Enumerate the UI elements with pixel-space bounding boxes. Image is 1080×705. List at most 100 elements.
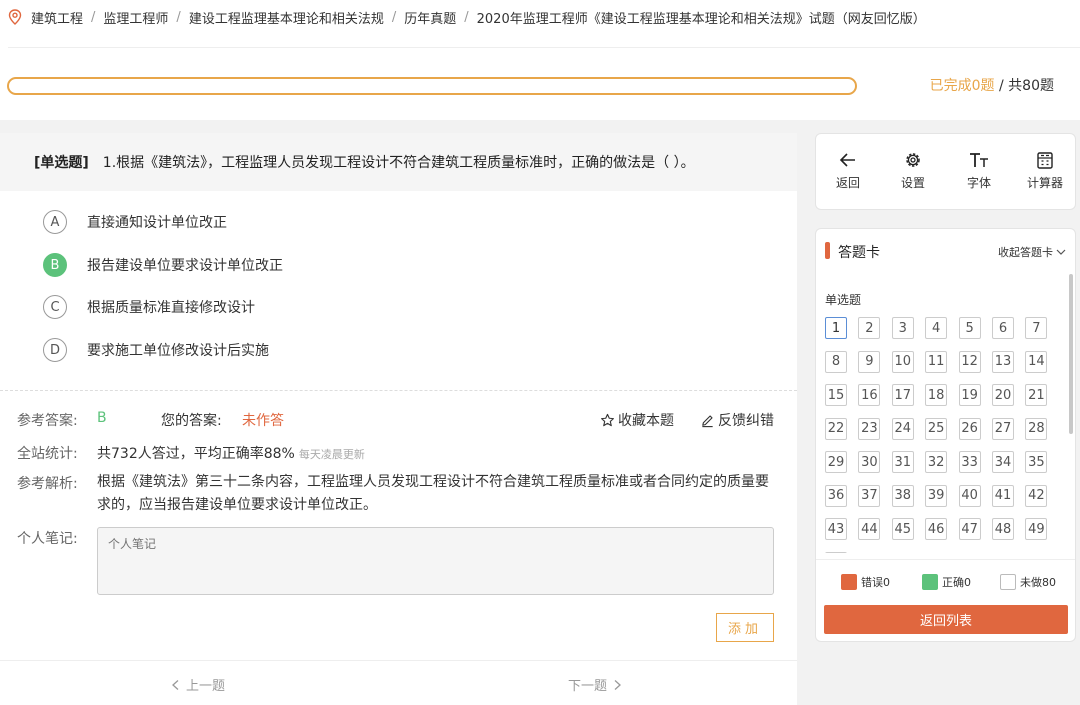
back-arrow-icon <box>823 150 873 170</box>
question-number-cell[interactable]: 38 <box>891 484 914 507</box>
collapse-card-button[interactable]: 收起答题卡 <box>998 244 1066 260</box>
question-number-cell[interactable]: 9 <box>858 350 881 373</box>
question-number-cell[interactable]: 12 <box>958 350 981 373</box>
question-number-cell[interactable]: 2 <box>858 317 881 339</box>
prev-label: 上一题 <box>186 679 226 694</box>
collapse-label: 收起答题卡 <box>998 246 1053 259</box>
divider <box>816 559 1075 560</box>
breadcrumb-item[interactable]: 历年真题 <box>404 8 456 27</box>
calculator-icon <box>1020 150 1070 170</box>
settings-label: 设置 <box>900 176 925 190</box>
question-number-cell[interactable]: 4 <box>925 317 948 339</box>
question-number-cell[interactable]: 3 <box>891 317 914 339</box>
option-letter: C <box>43 295 67 319</box>
legend-swatch <box>1000 574 1016 590</box>
breadcrumb-item[interactable]: 建设工程监理基本理论和相关法规 <box>189 8 384 27</box>
question-number-cell[interactable]: 46 <box>925 518 948 540</box>
chevron-right-icon <box>614 679 621 690</box>
analysis-text: 根据《建筑法》第三十二条内容，工程监理人员发现工程设计不符合建筑工程质量标准或者… <box>97 474 769 513</box>
reference-answer-value: B <box>97 410 107 426</box>
question-number-cell[interactable]: 1 <box>825 317 847 339</box>
stats-note: 每天凌晨更新 <box>298 448 365 461</box>
scrollbar[interactable] <box>1069 274 1073 434</box>
your-answer-value: 未作答 <box>242 413 284 429</box>
question-number-cell[interactable]: 7 <box>1025 317 1048 339</box>
question-number-cell[interactable]: 20 <box>992 384 1014 406</box>
settings-button[interactable]: 设置 <box>888 150 938 191</box>
question-number-cell[interactable]: 24 <box>891 417 914 440</box>
question-number-cell[interactable]: 21 <box>1025 384 1048 406</box>
option-a[interactable]: A 直接通知设计单位改正 <box>43 209 227 235</box>
option-text: 报告建设单位要求设计单位改正 <box>87 258 283 274</box>
option-b[interactable]: B 报告建设单位要求设计单位改正 <box>43 252 283 278</box>
question-panel: [单选题] 1.根据《建筑法》，工程监理人员发现工程设计不符合建筑工程质量标准时… <box>0 133 797 705</box>
question-number-cell[interactable]: 31 <box>891 451 914 473</box>
question-number-cell[interactable]: 8 <box>825 350 847 373</box>
question-number-cell[interactable]: 35 <box>1025 451 1048 473</box>
question-number-cell[interactable]: 36 <box>825 484 847 507</box>
question-number-cell[interactable]: 23 <box>858 417 881 440</box>
question-number-cell[interactable]: 37 <box>858 484 881 507</box>
question-number-cell[interactable]: 48 <box>992 518 1014 540</box>
option-c[interactable]: C 根据质量标准直接修改设计 <box>43 294 255 320</box>
location-pin-icon <box>8 9 22 25</box>
question-number-cell[interactable]: 5 <box>958 317 981 339</box>
question-number-cell[interactable]: 10 <box>891 350 914 373</box>
question-number-cell[interactable]: 6 <box>992 317 1014 339</box>
question-number-cell[interactable]: 19 <box>958 384 981 406</box>
back-button[interactable]: 返回 <box>823 150 873 191</box>
legend-wrong: 错误0 <box>841 574 890 590</box>
question-number-cell[interactable]: 26 <box>958 417 981 440</box>
question-number-cell[interactable]: 49 <box>1025 518 1048 540</box>
breadcrumb-separator: / <box>391 9 397 25</box>
divider <box>0 390 797 391</box>
question-number-cell[interactable]: 47 <box>958 518 981 540</box>
favorite-label: 收藏本题 <box>618 413 674 429</box>
divider <box>0 660 797 661</box>
question-number-cell[interactable]: 45 <box>891 518 914 540</box>
next-question-button[interactable]: 下一题 <box>568 675 623 694</box>
question-number-cell[interactable]: 25 <box>925 417 948 440</box>
back-to-list-button[interactable]: 返回列表 <box>824 605 1068 634</box>
question-number-cell[interactable]: 44 <box>858 518 881 540</box>
question-number-cell[interactable]: 39 <box>925 484 948 507</box>
question-number-cell[interactable]: 15 <box>825 384 847 406</box>
question-number-cell[interactable]: 14 <box>1025 350 1048 373</box>
notes-textarea[interactable] <box>97 527 774 595</box>
question-number-cell[interactable]: 40 <box>958 484 981 507</box>
favorite-button[interactable]: 收藏本题 <box>600 410 674 430</box>
question-number-cell[interactable]: 29 <box>825 451 847 473</box>
question-number-cell[interactable]: 18 <box>925 384 948 406</box>
calculator-button[interactable]: 计算器 <box>1020 150 1070 191</box>
legend-label: 未做80 <box>1020 576 1056 589</box>
question-number-cell[interactable]: 42 <box>1025 484 1048 507</box>
legend-swatch <box>922 574 938 590</box>
question-number-cell[interactable]: 50 <box>825 551 847 553</box>
feedback-button[interactable]: 反馈纠错 <box>700 410 774 430</box>
question-number-cell[interactable]: 28 <box>1025 417 1048 440</box>
add-note-button[interactable]: 添加 <box>716 613 774 642</box>
question-number-cell[interactable]: 32 <box>925 451 948 473</box>
prev-question-button[interactable]: 上一题 <box>170 675 225 694</box>
stats-value: 共732人答过，平均正确率88% <box>97 446 295 462</box>
breadcrumb-item[interactable]: 建筑工程 <box>31 8 83 27</box>
question-number-cell[interactable]: 41 <box>992 484 1014 507</box>
question-number-cell[interactable]: 22 <box>825 417 847 440</box>
question-number-cell[interactable]: 33 <box>958 451 981 473</box>
question-number-cell[interactable]: 11 <box>925 350 948 373</box>
breadcrumb-separator: / <box>176 9 181 25</box>
gear-icon <box>888 150 938 170</box>
font-button[interactable]: 字体 <box>954 150 1004 191</box>
question-text: 1.根据《建筑法》，工程监理人员发现工程设计不符合建筑工程质量标准时，正确的做法… <box>102 155 695 171</box>
option-d[interactable]: D 要求施工单位修改设计后实施 <box>43 337 269 363</box>
question-number-cell[interactable]: 16 <box>858 384 881 406</box>
question-number-cell[interactable]: 30 <box>858 451 881 473</box>
legend-label: 正确0 <box>942 576 971 589</box>
question-number-cell[interactable]: 43 <box>825 518 847 540</box>
question-number-cell[interactable]: 34 <box>992 451 1014 473</box>
question-number-cell[interactable]: 17 <box>891 384 914 406</box>
breadcrumb-item[interactable]: 监理工程师 <box>103 8 168 27</box>
chevron-down-icon <box>1056 249 1066 255</box>
question-number-cell[interactable]: 13 <box>992 350 1014 373</box>
question-number-cell[interactable]: 27 <box>992 417 1014 440</box>
